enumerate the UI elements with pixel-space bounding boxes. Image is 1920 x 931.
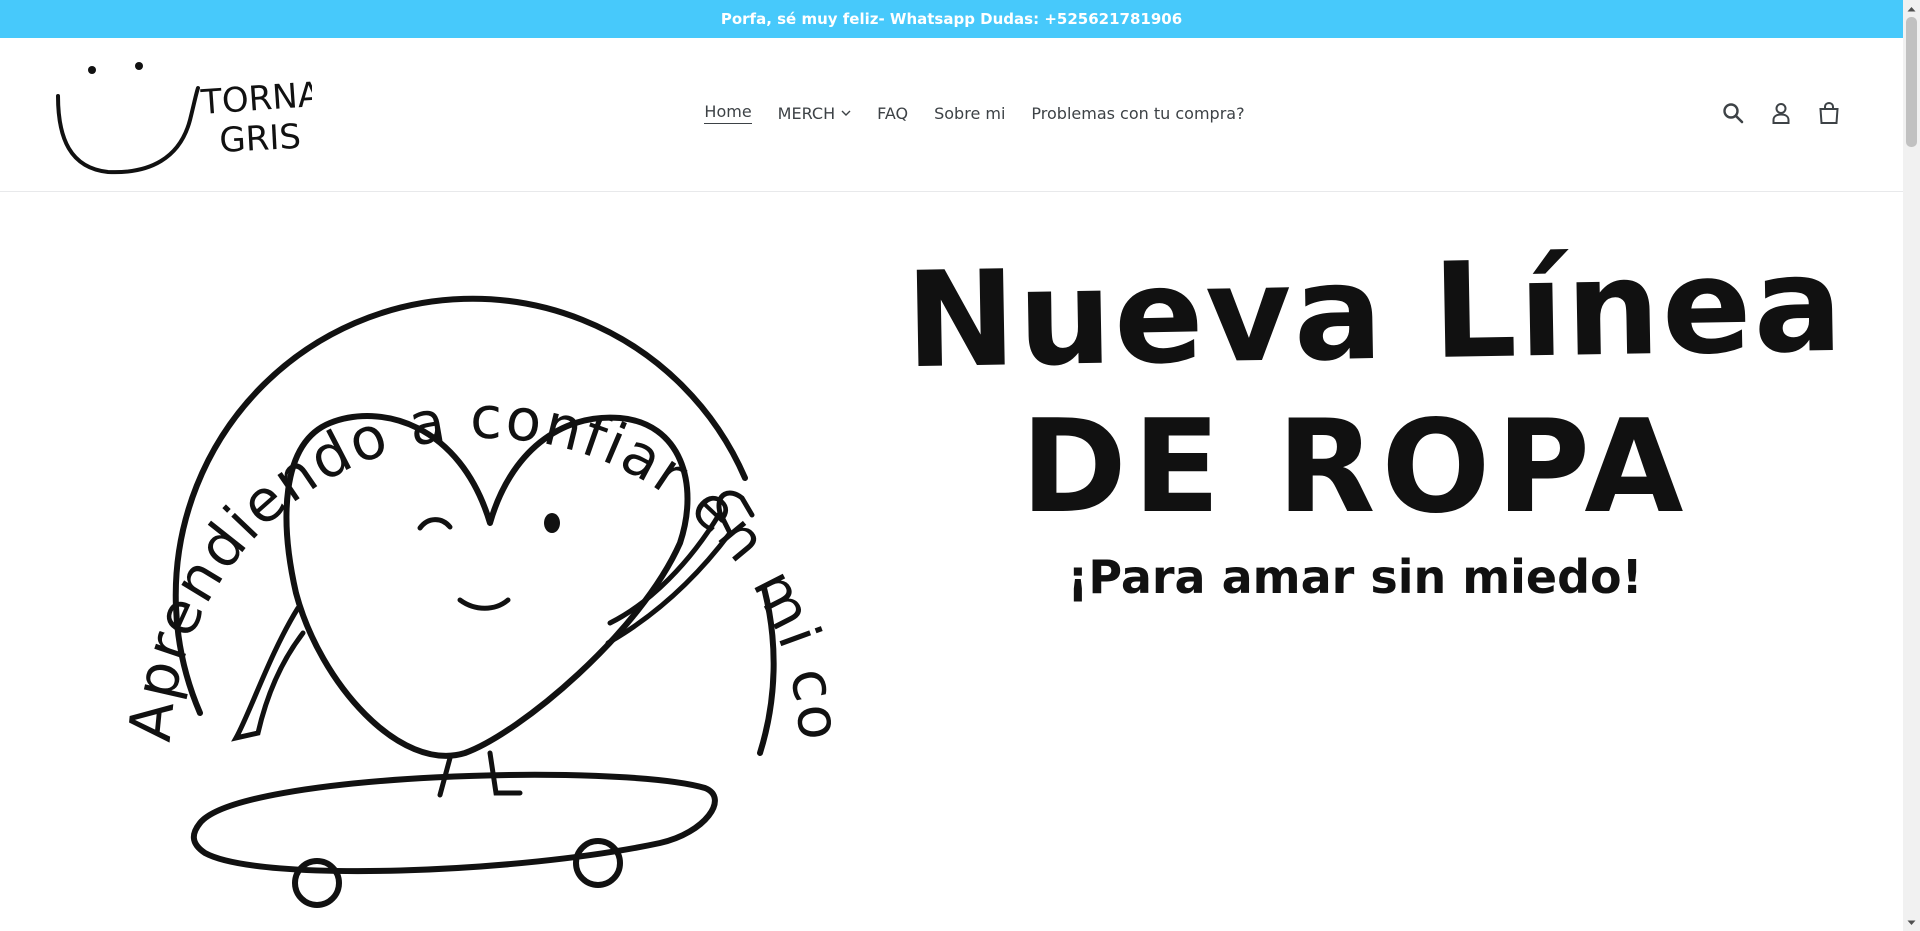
- account-button[interactable]: [1769, 100, 1793, 126]
- hero-tagline: ¡Para amar sin miedo!: [1067, 550, 1643, 604]
- scroll-down-arrow-icon[interactable]: [1903, 914, 1920, 931]
- cart-icon: [1819, 101, 1839, 124]
- hero-text-block: Nueva Línea DE ROPA ¡Para amar sin miedo…: [900, 228, 1850, 607]
- announcement-text: Porfa, sé muy feliz- Whatsapp Dudas: +52…: [720, 10, 1183, 28]
- nav-item-merch[interactable]: MERCH: [765, 104, 864, 123]
- nav-item-home-label: Home: [704, 102, 752, 124]
- announcement-bar: Porfa, sé muy feliz- Whatsapp Dudas: +52…: [0, 0, 1903, 38]
- nav-item-sobre-mi[interactable]: Sobre mi: [921, 104, 1018, 123]
- page-scrollbar[interactable]: [1903, 0, 1920, 931]
- account-icon: [1772, 103, 1790, 124]
- chevron-down-icon: [841, 110, 851, 116]
- main-nav: Home MERCH FAQ Sobre mi Problemas con tu…: [0, 38, 1903, 188]
- cart-button[interactable]: [1817, 100, 1841, 126]
- scroll-up-arrow-icon[interactable]: [1903, 0, 1920, 17]
- hero-illustration: Aprendiendo a confiar en mi corazón: [0, 193, 854, 908]
- nav-item-problemas-label: Problemas con tu compra?: [1031, 103, 1245, 123]
- search-icon: [1723, 103, 1744, 124]
- hero-banner[interactable]: Aprendiendo a confiar en mi corazón Nuev…: [0, 193, 1903, 931]
- hero-headline-2: DE ROPA: [1020, 393, 1690, 542]
- nav-item-problemas[interactable]: Problemas con tu compra?: [1018, 104, 1257, 123]
- search-button[interactable]: [1721, 100, 1745, 126]
- nav-item-merch-label: MERCH: [777, 103, 836, 123]
- nav-item-sobre-mi-label: Sobre mi: [934, 103, 1006, 123]
- nav-item-faq-label: FAQ: [877, 103, 909, 123]
- site-header: TORNA GRIS Home MERCH FAQ Sobre mi Probl…: [0, 38, 1903, 192]
- hero-headline-1: Nueva Línea: [904, 227, 1846, 399]
- scroll-thumb[interactable]: [1906, 17, 1917, 147]
- hero-arc-text: Aprendiendo a confiar en mi corazón: [0, 193, 854, 745]
- nav-item-home[interactable]: Home: [691, 102, 764, 124]
- header-icons: [1721, 38, 1841, 188]
- nav-item-faq[interactable]: FAQ: [864, 104, 921, 123]
